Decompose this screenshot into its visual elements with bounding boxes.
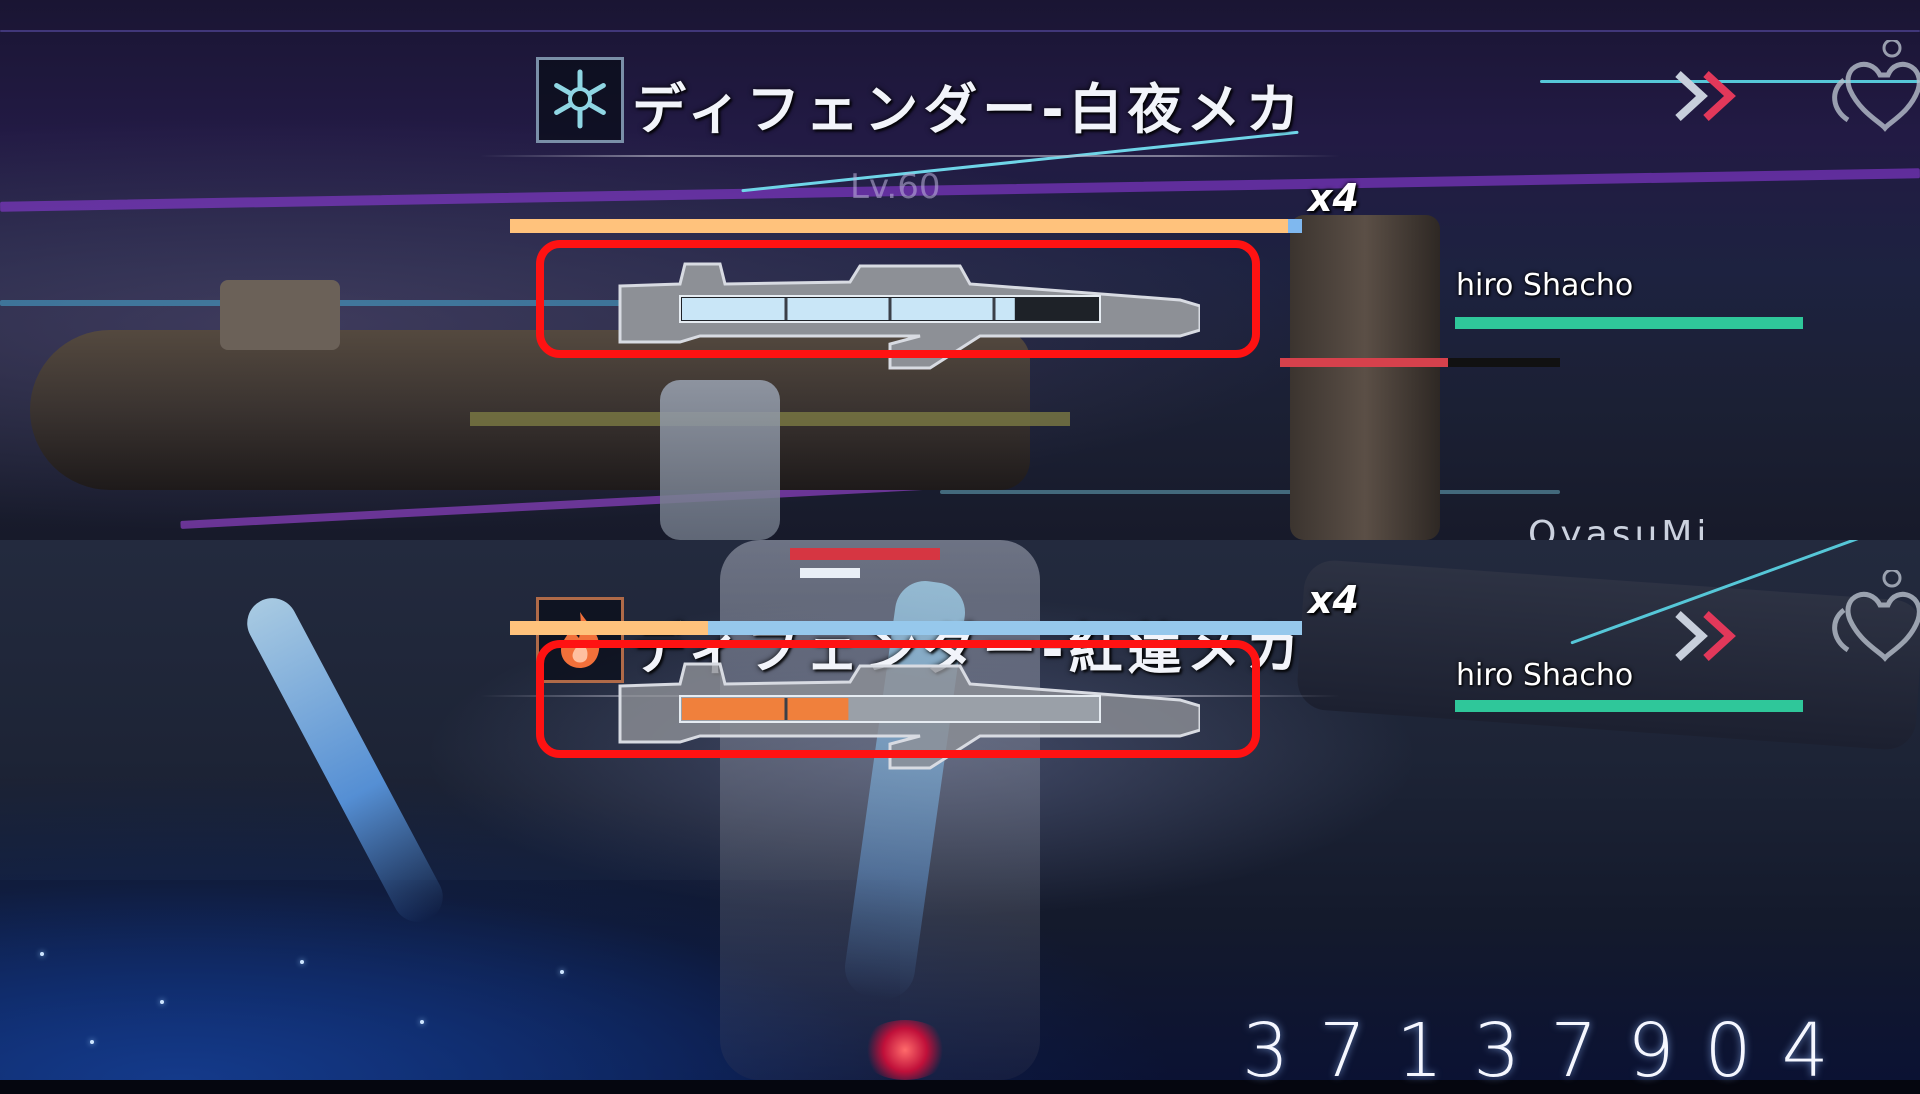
hp-bar-multiplier: x4 [1308,176,1359,220]
star [420,1020,424,1024]
hp-bar-multiplier: x4 [1308,578,1359,622]
winged-heart-icon [1830,568,1920,670]
player-hp-bar [1455,700,1803,712]
neon-streak [0,168,1920,212]
double-chevron-icon [1672,606,1752,666]
enemy-hp-strip [790,548,940,560]
snowflake-icon [536,57,624,143]
boss-hp-bar [510,219,1302,233]
player-hp-bar [1455,317,1803,329]
boss-hp-fill [510,219,1291,233]
star [160,1000,164,1004]
name-divider [480,155,1340,157]
neon-streak [0,30,1920,32]
fire-core [860,1020,950,1080]
enemy-hp-strip [800,568,860,578]
player-name-partial: OyasuMi... [1528,514,1757,540]
mech-cannon-mount [220,280,340,350]
bottom-game-screen: ディフェンダー-紅蓮メカ x4 hiro Shacho [0,540,1920,1080]
boss-hp-bar [510,621,1302,635]
boss-header: ディフェンダー-白夜メカ Lv.60 [480,47,1340,207]
score-counter: 37137904 [1242,1008,1859,1094]
weapon-gauge-highlight [536,240,1260,358]
star [90,1040,94,1044]
star [560,970,564,974]
boss-hp-cap [1288,219,1302,233]
player-name: hiro Shacho [1456,658,1634,693]
enemy-hp-strip [1280,358,1560,367]
neon-streak [940,490,1560,494]
mech-arm [660,380,780,540]
mech-pillar [1290,215,1440,540]
weapon-gauge-highlight [536,640,1260,758]
boss-level: Lv.60 [850,167,941,207]
mech-cannon [1295,558,1920,752]
player-name: hiro Shacho [1456,268,1634,303]
winged-heart-icon [1830,38,1920,140]
boss-hp-fill [510,621,708,635]
star [40,952,44,956]
top-game-screen: ディフェンダー-白夜メカ Lv.60 x4 hiro Shacho OyasuM… [0,0,1920,540]
boss-name: ディフェンダー-白夜メカ [632,78,1305,141]
star [300,960,304,964]
double-chevron-icon [1672,66,1752,126]
